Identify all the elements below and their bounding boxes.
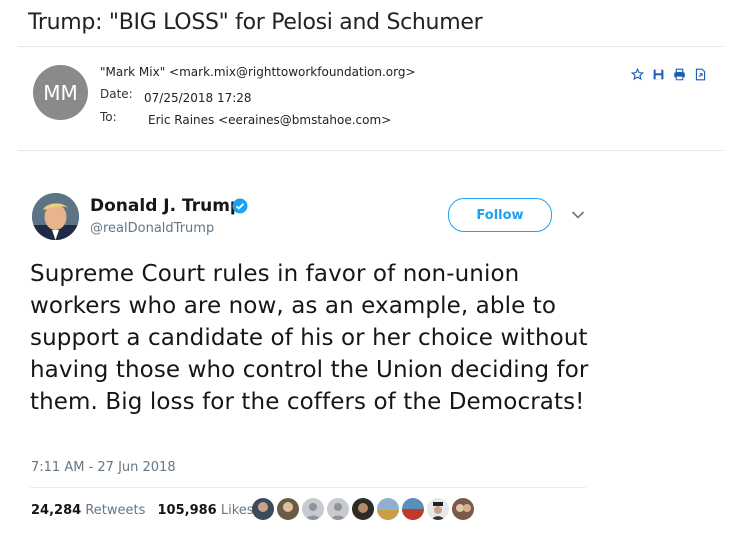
liker-avatar[interactable] [452,498,474,520]
export-icon[interactable] [694,68,707,81]
user-handle[interactable]: @realDonaldTrump [90,221,214,236]
divider [18,150,723,151]
to-label: To: [100,110,117,124]
liker-avatar[interactable] [352,498,374,520]
to-value: Eric Raines <eeraines@bmstahoe.com> [148,113,392,127]
email-subject: Trump: "BIG LOSS" for Pelosi and Schumer [28,10,483,35]
liker-avatar[interactable] [252,498,274,520]
from-field: "Mark Mix" <mark.mix@righttoworkfoundati… [100,65,416,79]
liker-avatar[interactable] [377,498,399,520]
liker-avatar[interactable] [327,498,349,520]
tweet-text: Supreme Court rules in favor of non-unio… [30,261,589,415]
follow-button[interactable]: Follow [448,198,552,232]
liker-avatar[interactable] [402,498,424,520]
print-icon[interactable] [673,68,686,81]
liker-avatars [252,498,474,520]
likes-label[interactable]: Likes [221,503,254,518]
email-actions [631,68,707,81]
tweet-stats: 24,284 Retweets 105,986 Likes [31,503,254,518]
likes-count[interactable]: 105,986 [158,503,217,518]
star-icon[interactable] [631,68,644,81]
date-label: Date: [100,87,133,101]
save-icon[interactable] [652,68,665,81]
sender-avatar: MM [33,65,88,120]
liker-avatar[interactable] [302,498,324,520]
retweets-label[interactable]: Retweets [85,503,145,518]
display-name[interactable]: Donald J. Trump [90,196,242,216]
verified-badge-icon [232,198,248,214]
chevron-down-icon[interactable] [571,210,585,220]
divider [18,46,723,47]
date-value: 07/25/2018 17:28 [144,91,252,105]
divider [30,487,586,488]
liker-avatar[interactable] [427,498,449,520]
liker-avatar[interactable] [277,498,299,520]
tweet-timestamp[interactable]: 7:11 AM - 27 Jun 2018 [31,460,176,475]
retweets-count[interactable]: 24,284 [31,503,81,518]
profile-avatar[interactable] [32,193,79,240]
